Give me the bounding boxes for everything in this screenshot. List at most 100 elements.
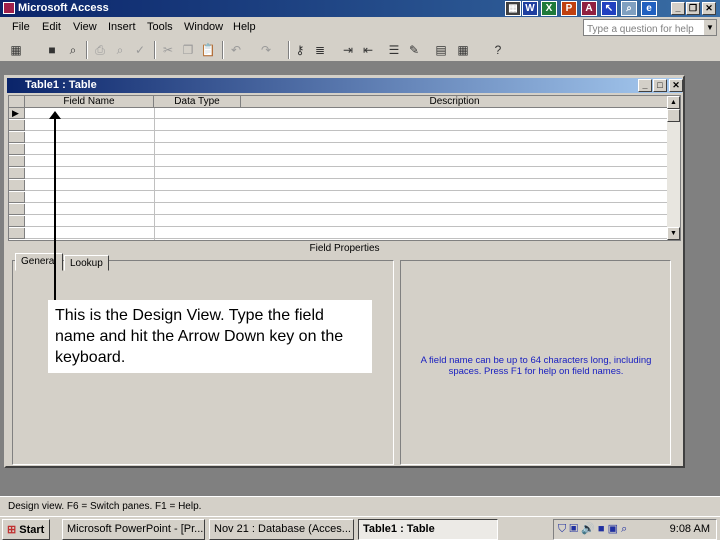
- separator: [222, 41, 224, 59]
- window-minimize-button[interactable]: _: [638, 79, 652, 92]
- vertical-scrollbar[interactable]: ▲ ▼: [667, 96, 680, 240]
- undo-icon[interactable]: ↶: [228, 42, 244, 58]
- search-database-icon[interactable]: ⌕: [65, 42, 81, 58]
- row-selector[interactable]: [9, 144, 25, 155]
- row-selector[interactable]: [9, 192, 25, 203]
- office-bar-icon[interactable]: ▦: [505, 1, 521, 16]
- build-icon[interactable]: ✎: [406, 42, 422, 58]
- window-close-button[interactable]: ✕: [669, 79, 683, 92]
- table-row[interactable]: [9, 120, 669, 131]
- table-row[interactable]: [9, 228, 669, 239]
- row-selector[interactable]: [9, 132, 25, 143]
- table-row[interactable]: [9, 204, 669, 215]
- help-placeholder: Type a question for help: [587, 24, 694, 35]
- column-field-name[interactable]: Field Name: [25, 96, 154, 108]
- row-selector[interactable]: [9, 120, 25, 131]
- help-icon[interactable]: ?: [490, 42, 506, 58]
- start-label: Start: [19, 524, 45, 536]
- database-window-icon[interactable]: ▤: [433, 42, 449, 58]
- search-icon[interactable]: ⌕: [621, 1, 637, 16]
- column-description[interactable]: Description: [241, 96, 669, 108]
- task-powerpoint[interactable]: Microsoft PowerPoint - [Pr...: [62, 519, 205, 540]
- tray-icons[interactable]: ⛉ ▣ 🔊 ■ ▣ ⌕: [558, 522, 627, 536]
- help-input[interactable]: Type a question for help ▼: [583, 19, 717, 36]
- system-tray: ⛉ ▣ 🔊 ■ ▣ ⌕ 9:08 AM: [553, 519, 717, 540]
- table-row[interactable]: [9, 192, 669, 203]
- row-selector[interactable]: [9, 228, 25, 239]
- separator: [154, 41, 156, 59]
- taskbar: ⊞ Start Microsoft PowerPoint - [Pr... No…: [0, 516, 720, 540]
- menu-view[interactable]: View: [73, 21, 97, 33]
- scroll-down-icon[interactable]: ▼: [667, 227, 680, 240]
- access-launch-icon[interactable]: A: [581, 1, 597, 16]
- table-row[interactable]: [9, 156, 669, 167]
- spelling-icon[interactable]: ✓: [132, 42, 148, 58]
- indexes-icon[interactable]: ≣: [312, 42, 328, 58]
- window-maximize-button[interactable]: □: [653, 79, 667, 92]
- column-data-type[interactable]: Data Type: [154, 96, 241, 108]
- start-button[interactable]: ⊞ Start: [2, 519, 50, 540]
- word-icon[interactable]: W: [522, 1, 538, 16]
- minimize-button[interactable]: _: [671, 2, 685, 15]
- field-grid: Field Name Data Type Description ▶ ▲ ▼: [8, 95, 681, 241]
- print-icon[interactable]: ⎙: [92, 42, 108, 58]
- row-selector[interactable]: [9, 180, 25, 191]
- primary-key-icon[interactable]: ⚷: [292, 42, 308, 58]
- divider: [154, 108, 155, 240]
- table-row[interactable]: [9, 180, 669, 191]
- table-row[interactable]: [9, 168, 669, 179]
- cut-icon[interactable]: ✂: [160, 42, 176, 58]
- close-button[interactable]: ✕: [702, 2, 716, 15]
- paste-icon[interactable]: 📋: [200, 42, 216, 58]
- row-selector[interactable]: [9, 204, 25, 215]
- table-design-window: Table1 : Table _ □ ✕ Field Name Data Typ…: [4, 75, 685, 468]
- row-selector[interactable]: ▶: [9, 108, 25, 119]
- menu-insert[interactable]: Insert: [108, 21, 136, 33]
- table-row[interactable]: [9, 108, 669, 119]
- cursor-icon[interactable]: ↖: [601, 1, 617, 16]
- scroll-up-icon[interactable]: ▲: [667, 96, 680, 109]
- redo-icon[interactable]: ↷: [258, 42, 274, 58]
- table-row[interactable]: [9, 216, 669, 227]
- clock[interactable]: 9:08 AM: [670, 523, 710, 535]
- powerpoint-icon[interactable]: P: [561, 1, 577, 16]
- tab-lookup[interactable]: Lookup: [64, 255, 109, 271]
- restore-button[interactable]: ❐: [686, 2, 700, 15]
- window-title-text: Table1 : Table: [25, 79, 97, 91]
- task-database[interactable]: Nov 21 : Database (Acces...: [209, 519, 354, 540]
- excel-icon[interactable]: X: [541, 1, 557, 16]
- save-icon[interactable]: ■: [44, 42, 60, 58]
- table-row[interactable]: [9, 132, 669, 143]
- ie-icon[interactable]: e: [641, 1, 657, 16]
- scroll-thumb[interactable]: [667, 109, 680, 122]
- windows-icon: ⊞: [7, 524, 17, 536]
- separator: [86, 41, 88, 59]
- chevron-down-icon[interactable]: ▼: [704, 20, 716, 35]
- menu-file[interactable]: File: [12, 21, 30, 33]
- row-selector[interactable]: [9, 168, 25, 179]
- menu-tools[interactable]: Tools: [147, 21, 173, 33]
- app-title: Microsoft Access: [18, 2, 109, 14]
- window-title: Table1 : Table _ □ ✕: [7, 78, 683, 93]
- menu-edit[interactable]: Edit: [42, 21, 61, 33]
- access-icon: [3, 2, 15, 14]
- row-selector[interactable]: [9, 156, 25, 167]
- row-selector[interactable]: [9, 216, 25, 227]
- insert-rows-icon[interactable]: ⇥: [340, 42, 356, 58]
- view-icon[interactable]: ▦: [8, 42, 24, 58]
- copy-icon[interactable]: ❐: [180, 42, 196, 58]
- toolbar: ▦ ■ ⌕ ⎙ ⌕ ✓ ✂ ❐ 📋 ↶ ↷ ⚷ ≣ ⇥ ⇤ ☰ ✎ ▤ ▦ ?: [0, 38, 720, 62]
- instruction-callout: This is the Design View. Type the field …: [48, 300, 372, 373]
- properties-icon[interactable]: ☰: [386, 42, 402, 58]
- print-preview-icon[interactable]: ⌕: [112, 42, 128, 58]
- new-object-icon[interactable]: ▦: [455, 42, 471, 58]
- separator: [288, 41, 290, 59]
- table-row[interactable]: [9, 144, 669, 155]
- delete-rows-icon[interactable]: ⇤: [360, 42, 376, 58]
- app-title-bar: Microsoft Access ▦ W X P A ↖ ⌕ e _ ❐ ✕: [0, 0, 720, 17]
- menu-bar: File Edit View Insert Tools Window Help …: [0, 17, 720, 38]
- menu-window[interactable]: Window: [184, 21, 223, 33]
- task-table[interactable]: Table1 : Table: [358, 519, 498, 540]
- field-help-text: A field name can be up to 64 characters …: [420, 355, 652, 377]
- menu-help[interactable]: Help: [233, 21, 256, 33]
